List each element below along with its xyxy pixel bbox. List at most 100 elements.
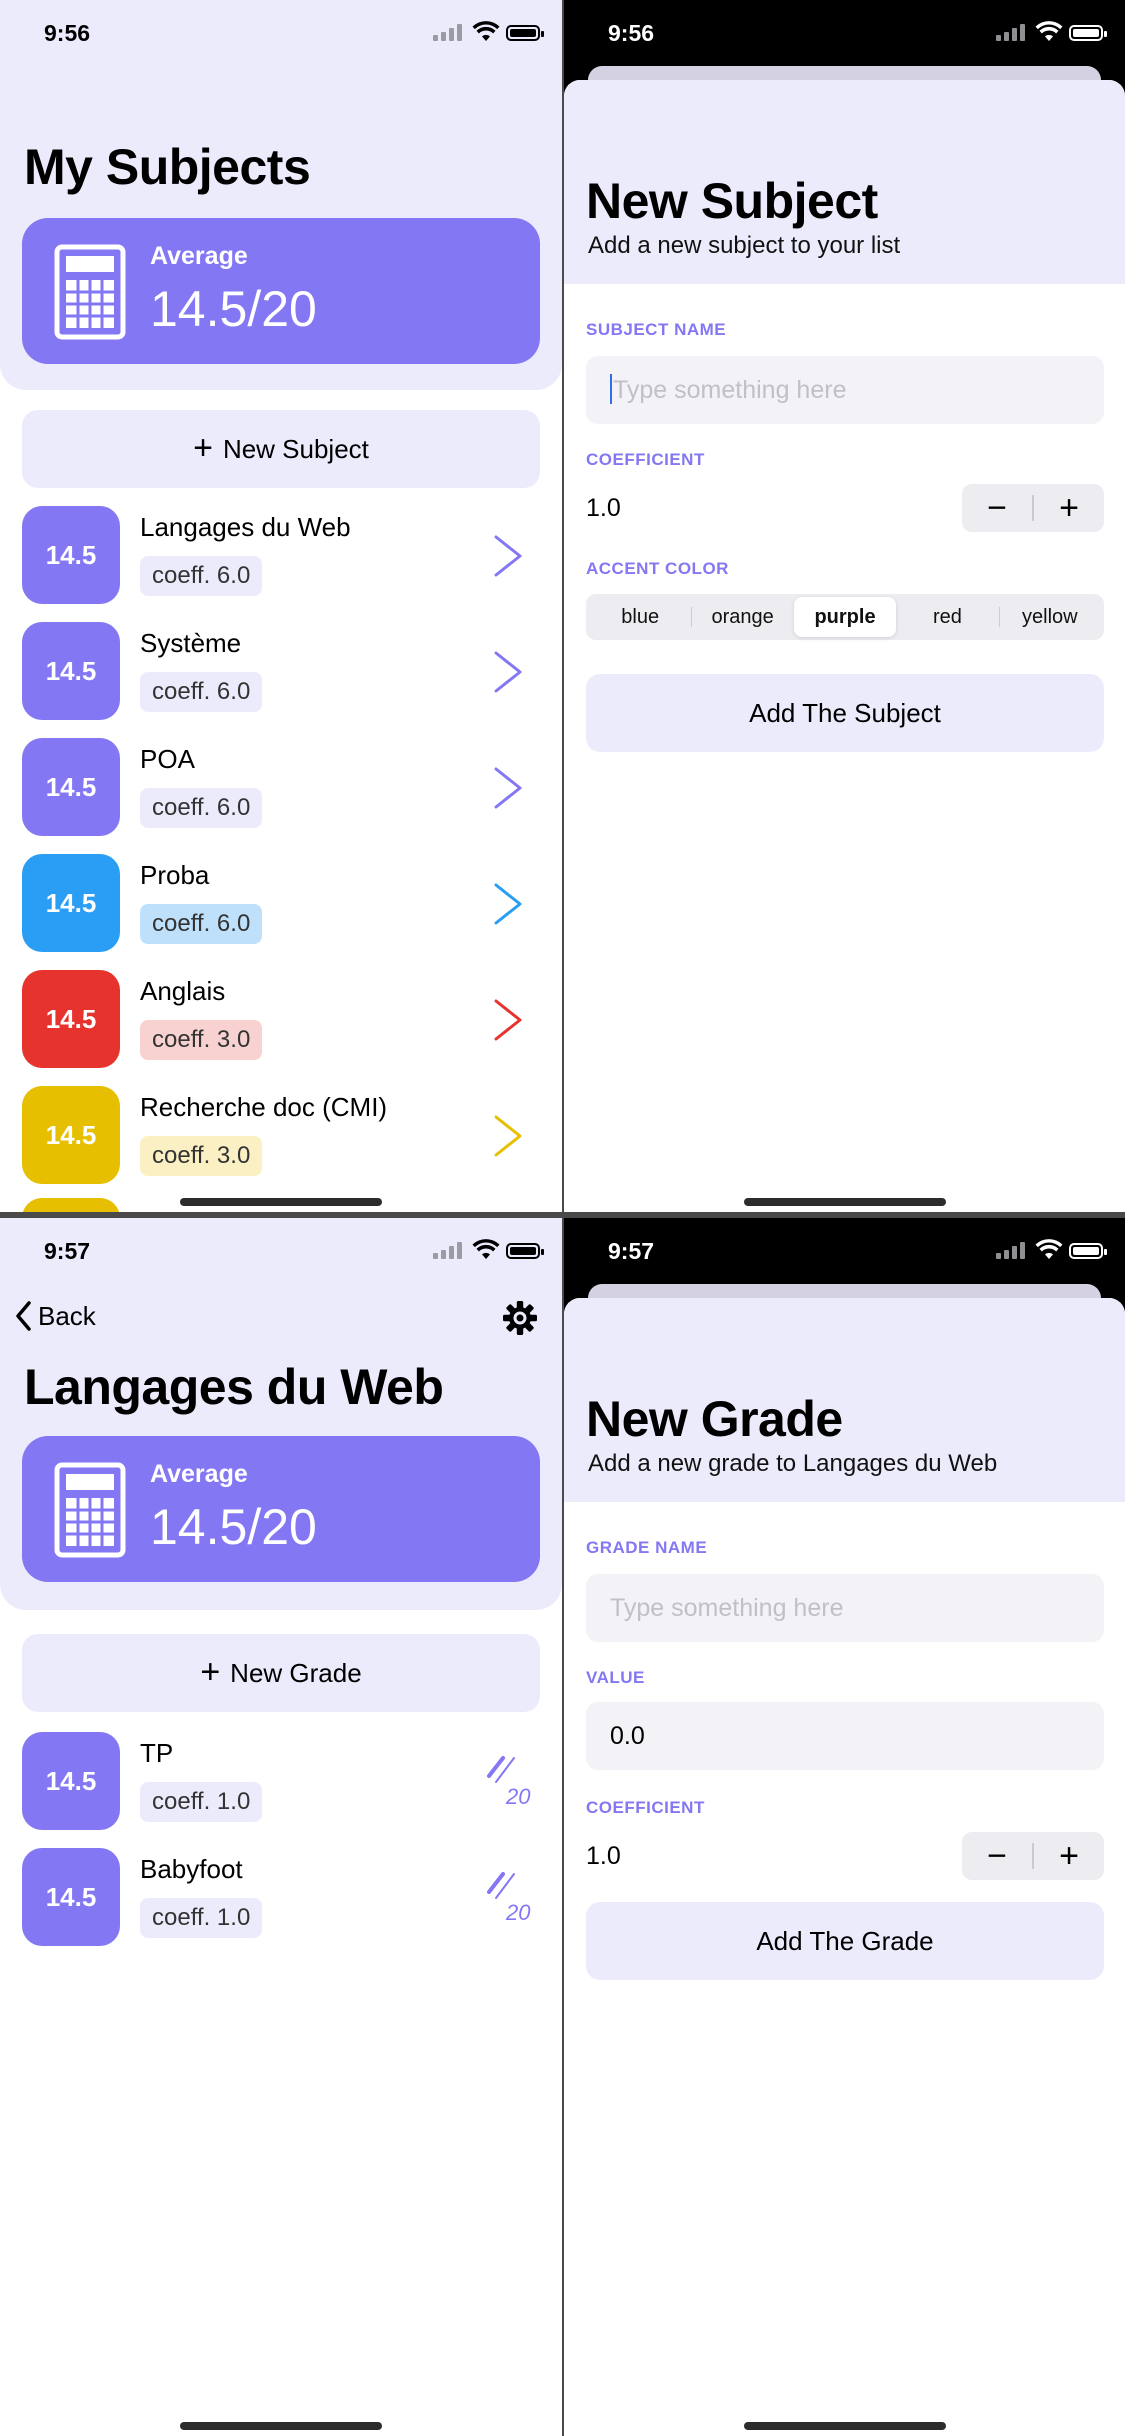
status-time: 9:57 [44,1238,91,1264]
screenshot-grid: 9:56 My Subjects Average 14.5/20 + New S… [0,0,1125,2436]
grade-name-input[interactable]: Type something here [586,1574,1104,1642]
status-bar: 9:56 [0,0,562,66]
color-option-yellow[interactable]: yellow [998,597,1101,637]
grade-row[interactable]: 14.5 TP coeff. 1.0 20 [22,1732,552,1830]
cellular-signal-icon [433,24,462,41]
sheet-title: New Grade [586,1391,843,1447]
battery-icon [506,1243,544,1259]
new-subject-button[interactable]: + New Subject [22,410,540,488]
new-subject-screen: 9:56 New Subject Add a new subject to yo… [564,0,1125,1212]
status-bar: 9:56 [564,0,1125,66]
chevron-right-icon [494,535,522,577]
back-button[interactable]: Back [14,1300,96,1332]
home-indicator[interactable] [743,1198,946,1206]
status-bar: 9:57 [0,1218,562,1284]
grade-badge: 14.5 [22,1732,120,1830]
grade-row[interactable]: 14.5 Babyfoot coeff. 1.0 20 [22,1848,552,1946]
grade-badge: 14.5 [22,854,120,952]
wifi-icon [1035,1239,1063,1259]
subject-row[interactable]: 14.5 Anglais coeff. 3.0 [22,970,552,1068]
color-option-purple[interactable]: purple [793,597,897,637]
grade-badge [22,1198,120,1212]
chevron-right-icon [494,999,522,1041]
home-indicator[interactable] [180,2422,382,2430]
svg-text:20: 20 [505,1784,531,1809]
calculator-icon [54,1462,126,1558]
subject-name-input[interactable]: Type something here [586,356,1104,424]
increment-button[interactable]: + [1034,1832,1104,1880]
subject-name: Système [140,628,242,658]
grade-fraction-icon: 20 [487,1756,531,1809]
subject-row[interactable]: 14.5 Système coeff. 6.0 [22,622,552,720]
subject-name-placeholder: Type something here [613,376,847,404]
home-indicator[interactable] [743,2422,946,2430]
coefficient-badge: coeff. 1.0 [140,1898,263,1938]
increment-button[interactable]: + [1034,484,1104,532]
average-label: Average [150,1460,248,1488]
home-indicator[interactable] [180,1198,382,1206]
plus-icon: + [200,1652,221,1691]
chevron-right-icon [494,767,522,809]
add-grade-button[interactable]: Add The Grade [586,1902,1104,1980]
status-time: 9:57 [608,1238,655,1264]
subjects-screen: 9:56 My Subjects Average 14.5/20 + New S… [0,0,562,1212]
accent-color-picker: blue orange purple red yellow [586,594,1104,640]
decrement-button[interactable]: − [962,484,1032,532]
subject-name: Recherche doc (CMI) [140,1092,388,1122]
value-input[interactable]: 0.0 [586,1702,1104,1770]
coefficient-badge: coeff. 6.0 [140,672,263,712]
decrement-button[interactable]: − [962,1832,1032,1880]
coefficient-badge: coeff. 6.0 [140,904,263,944]
coefficient-value: 1.0 [586,1842,621,1870]
color-option-blue[interactable]: blue [589,597,691,637]
color-option-orange[interactable]: orange [691,597,793,637]
coefficient-value: 1.0 [586,494,621,522]
coefficient-label: COEFFICIENT [586,1798,705,1817]
add-subject-button[interactable]: Add The Subject [586,674,1104,752]
battery-icon [1069,1243,1107,1259]
grade-name: TP [140,1738,174,1768]
grade-badge: 14.5 [22,1086,120,1184]
value-label: VALUE [586,1668,645,1687]
grade-badge: 14.5 [22,1848,120,1946]
subject-row[interactable]: 14.5 Langages du Web coeff. 6.0 [22,506,552,604]
cellular-signal-icon [996,24,1025,41]
chevron-left-icon [16,1301,31,1331]
coefficient-badge: coeff. 6.0 [140,788,263,828]
subject-name-label: SUBJECT NAME [586,320,727,339]
new-grade-sheet: New Grade Add a new grade to Langages du… [564,1298,1125,2436]
page-title: My Subjects [24,139,311,195]
page-title: Langages du Web [24,1359,444,1415]
sheet-subtitle: Add a new grade to Langages du Web [588,1450,998,1477]
grades-screen: 9:57 Back Langages du Web Average 14.5/2… [0,1218,562,2436]
subject-row[interactable]: 14.5 POA coeff. 6.0 [22,738,552,836]
gear-icon[interactable] [502,1300,538,1336]
grade-fraction-icon: 20 [487,1872,531,1925]
sheet-header: New Subject Add a new subject to your li… [564,80,1125,284]
grade-badge: 14.5 [22,622,120,720]
new-grade-button[interactable]: + New Grade [22,1634,540,1712]
status-time: 9:56 [44,20,91,46]
subject-row[interactable]: 14.5 Recherche doc (CMI) coeff. 3.0 [22,1086,552,1184]
color-option-red[interactable]: red [896,597,998,637]
new-subject-sheet: New Subject Add a new subject to your li… [564,80,1125,1212]
subject-name: Anglais [140,976,226,1006]
chevron-right-icon [494,651,522,693]
grade-name-label: GRADE NAME [586,1538,708,1557]
sheet-header: New Grade Add a new grade to Langages du… [564,1298,1125,1502]
wifi-icon [472,21,500,41]
subject-name: Proba [140,860,210,890]
chevron-right-icon [494,1115,522,1157]
grade-badge: 14.5 [22,738,120,836]
coefficient-badge: coeff. 6.0 [140,556,263,596]
new-grade-label: New Grade [230,1657,362,1688]
status-bar: 9:57 [564,1218,1125,1284]
average-card: Average 14.5/20 [22,218,540,364]
average-label: Average [150,242,248,270]
back-label: Back [38,1300,96,1331]
new-subject-label: New Subject [222,433,369,464]
grade-name: Babyfoot [140,1854,243,1884]
average-value: 14.5/20 [150,1499,317,1555]
subject-row[interactable]: 14.5 Proba coeff. 6.0 [22,854,552,952]
coefficient-badge: coeff. 1.0 [140,1782,263,1822]
